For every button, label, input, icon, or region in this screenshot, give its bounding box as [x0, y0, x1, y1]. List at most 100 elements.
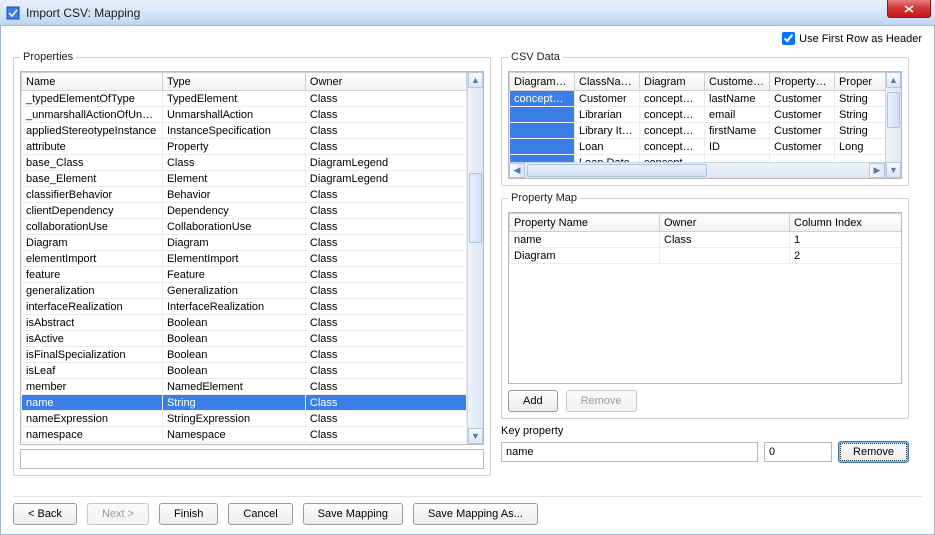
table-row[interactable]: memberNamedElementClass: [22, 379, 467, 395]
table-row[interactable]: collaborationUseCollaborationUseClass: [22, 219, 467, 235]
scroll-thumb[interactable]: [469, 173, 482, 243]
key-property-input[interactable]: [501, 442, 758, 462]
table-cell: Class: [305, 139, 466, 155]
next-button[interactable]: Next >: [87, 503, 149, 525]
properties-col-type[interactable]: Type: [162, 73, 305, 91]
csv-scrollbar-horizontal[interactable]: ◀ ▶: [509, 162, 885, 178]
table-cell: String: [835, 107, 886, 123]
table-cell: email: [705, 107, 770, 123]
table-cell: Class: [305, 203, 466, 219]
table-row[interactable]: appliedStereotypeInstanceInstanceSpecifi…: [22, 123, 467, 139]
add-button[interactable]: Add: [508, 390, 558, 412]
app-icon: [6, 6, 20, 20]
properties-col-name[interactable]: Name: [22, 73, 163, 91]
table-cell: conceptUrlP...: [510, 91, 575, 107]
table-row[interactable]: interfaceRealizationInterfaceRealization…: [22, 299, 467, 315]
table-row[interactable]: featureFeatureClass: [22, 267, 467, 283]
table-cell: TypedElement: [162, 91, 305, 107]
propmap-col-owner[interactable]: Owner: [660, 214, 790, 232]
table-row[interactable]: isLeafBooleanClass: [22, 363, 467, 379]
table-row[interactable]: LibrarianconceptUrlP...emailCustomerStri…: [510, 107, 886, 123]
remove-mapping-button[interactable]: Remove: [566, 390, 637, 412]
table-row[interactable]: nameStringClass: [22, 395, 467, 411]
scroll-down-icon[interactable]: ▼: [468, 428, 483, 444]
table-cell: conceptUrlP...: [640, 91, 705, 107]
table-cell: Property: [162, 139, 305, 155]
table-cell: CollaborationUse: [162, 219, 305, 235]
table-cell: InterfaceRealization: [162, 299, 305, 315]
propmap-col-name[interactable]: Property Name: [510, 214, 660, 232]
table-row[interactable]: generalizationGeneralizationClass: [22, 283, 467, 299]
scroll-right-icon[interactable]: ▶: [869, 163, 885, 178]
table-row[interactable]: isActiveBooleanClass: [22, 331, 467, 347]
csv-col-header[interactable]: Proper: [835, 73, 886, 91]
table-row[interactable]: Library ItemconceptUrlP...firstNameCusto…: [510, 123, 886, 139]
table-row[interactable]: base_ClassClassDiagramLegend: [22, 155, 467, 171]
csv-col-header[interactable]: ClassName: [575, 73, 640, 91]
table-cell: firstName: [705, 123, 770, 139]
scroll-up-icon[interactable]: ▲: [886, 72, 901, 88]
scroll-thumb[interactable]: [527, 164, 707, 177]
table-cell: Class: [305, 315, 466, 331]
properties-scrollbar-vertical[interactable]: ▲ ▼: [467, 72, 483, 444]
use-first-row-header-input[interactable]: [782, 32, 795, 45]
scroll-left-icon[interactable]: ◀: [509, 163, 525, 178]
table-row[interactable]: _typedElementOfTypeTypedElementClass: [22, 91, 467, 107]
table-cell: isFinalSpecialization: [22, 347, 163, 363]
table-cell: interfaceRealization: [22, 299, 163, 315]
use-first-row-header-checkbox[interactable]: Use First Row as Header: [782, 32, 922, 45]
table-cell: Class: [305, 123, 466, 139]
table-row[interactable]: classifierBehaviorBehaviorClass: [22, 187, 467, 203]
save-mapping-button[interactable]: Save Mapping: [303, 503, 403, 525]
csv-table[interactable]: DiagramNa...ClassNameDiagramCustomerP...…: [509, 72, 885, 162]
table-row[interactable]: isAbstractBooleanClass: [22, 315, 467, 331]
scroll-up-icon[interactable]: ▲: [468, 72, 483, 88]
table-row[interactable]: elementImportElementImportClass: [22, 251, 467, 267]
table-cell: String: [162, 395, 305, 411]
properties-col-owner[interactable]: Owner: [305, 73, 466, 91]
table-cell: Generalization: [162, 283, 305, 299]
save-mapping-as-button[interactable]: Save Mapping As...: [413, 503, 538, 525]
table-cell: _unmarshallActionOfUnma...: [22, 107, 163, 123]
properties-table[interactable]: Name Type Owner _typedElementOfTypeTyped…: [21, 72, 467, 443]
propmap-col-index[interactable]: Column Index: [790, 214, 902, 232]
table-cell: attribute: [22, 139, 163, 155]
table-cell: Class: [305, 395, 466, 411]
property-map-table[interactable]: Property Name Owner Column Index nameCla…: [509, 213, 901, 264]
properties-filter-input[interactable]: [20, 449, 484, 469]
cancel-button[interactable]: Cancel: [228, 503, 292, 525]
csv-col-header[interactable]: CustomerP...: [705, 73, 770, 91]
back-button[interactable]: < Back: [13, 503, 77, 525]
table-cell: InstanceSpecification: [162, 123, 305, 139]
property-map-table-wrap: Property Name Owner Column Index nameCla…: [508, 212, 902, 384]
table-row[interactable]: nameClass1: [510, 232, 902, 248]
table-cell: 2: [790, 248, 902, 264]
table-cell: Long: [835, 139, 886, 155]
table-row[interactable]: Loan DateconceptUrlP...: [510, 155, 886, 163]
table-cell: nameExpression: [22, 411, 163, 427]
table-row[interactable]: nameExpressionStringExpressionClass: [22, 411, 467, 427]
key-property-index-input[interactable]: [764, 442, 832, 462]
table-row[interactable]: _unmarshallActionOfUnma...UnmarshallActi…: [22, 107, 467, 123]
csv-col-header[interactable]: DiagramNa...: [510, 73, 575, 91]
table-row[interactable]: isFinalSpecializationBooleanClass: [22, 347, 467, 363]
remove-key-button[interactable]: Remove: [838, 441, 909, 463]
table-row[interactable]: namespaceNamespaceClass: [22, 427, 467, 443]
table-row[interactable]: DiagramDiagramClass: [22, 235, 467, 251]
scroll-down-icon[interactable]: ▼: [886, 162, 901, 178]
csv-col-header[interactable]: PropertyO...: [770, 73, 835, 91]
table-row[interactable]: LoanconceptUrlP...IDCustomerLong: [510, 139, 886, 155]
window-close-button[interactable]: [887, 0, 931, 18]
table-row[interactable]: clientDependencyDependencyClass: [22, 203, 467, 219]
table-row[interactable]: conceptUrlP...CustomerconceptUrlP...last…: [510, 91, 886, 107]
table-cell: elementImport: [22, 251, 163, 267]
table-cell: Boolean: [162, 347, 305, 363]
table-cell: Class: [305, 251, 466, 267]
table-row[interactable]: base_ElementElementDiagramLegend: [22, 171, 467, 187]
finish-button[interactable]: Finish: [159, 503, 218, 525]
csv-col-header[interactable]: Diagram: [640, 73, 705, 91]
scroll-thumb[interactable]: [887, 92, 900, 128]
table-row[interactable]: Diagram2: [510, 248, 902, 264]
csv-scrollbar-vertical[interactable]: ▲ ▼: [885, 72, 901, 178]
table-row[interactable]: attributePropertyClass: [22, 139, 467, 155]
